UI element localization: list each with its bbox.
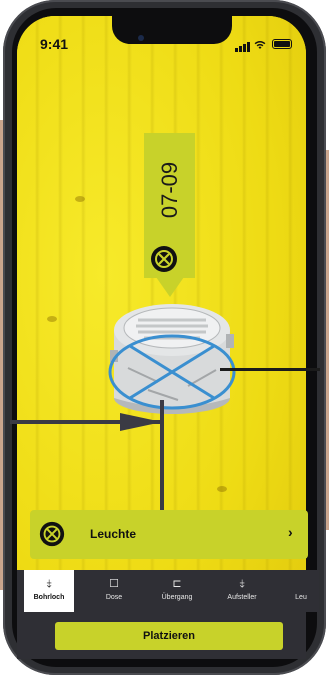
front-camera — [138, 35, 144, 41]
wifi-icon — [254, 40, 266, 49]
wood-knot — [217, 486, 227, 492]
signal-icon — [247, 42, 250, 52]
arrow-head-icon — [120, 413, 162, 431]
tab-aufsteller[interactable]: ⤈ Aufsteller — [212, 570, 272, 612]
signal-icon — [239, 46, 242, 52]
tab-bohrloch[interactable]: ⤈ Bohrloch — [24, 570, 74, 612]
status-time: 9:41 — [40, 36, 69, 52]
tab-dose[interactable]: ☐ Dose — [89, 570, 139, 612]
marker-code: 07-09 — [157, 161, 182, 219]
wood-knot — [75, 196, 85, 202]
signal-icon — [235, 48, 238, 52]
tab-leuchte[interactable]: Leu — [283, 570, 319, 612]
tab-uebergang[interactable]: ⊏ Übergang — [147, 570, 207, 612]
battery-icon — [272, 39, 292, 49]
tab-label: Dose — [105, 594, 123, 601]
tab-label: Leu — [295, 594, 307, 601]
box-icon: ☐ — [109, 578, 119, 590]
notch — [112, 16, 232, 44]
selected-item-card[interactable]: Leuchte › — [30, 510, 308, 559]
place-button[interactable]: Platzieren — [55, 622, 283, 650]
signal-icon — [243, 44, 246, 52]
light-icon — [283, 577, 319, 591]
status-icons — [235, 38, 295, 52]
guide-line-down — [160, 400, 164, 510]
tab-label: Übergang — [161, 594, 193, 601]
guide-line-right — [220, 368, 320, 371]
tab-label: Aufsteller — [227, 594, 257, 601]
drill-icon: ⤈ — [46, 578, 52, 590]
tab-bar: ⤈ Bohrloch ☐ Dose ⊏ Übergang ⤈ Aufstelle… — [17, 570, 319, 612]
x-circle-icon — [39, 521, 65, 547]
x-circle-icon — [151, 246, 177, 272]
wood-knot — [47, 316, 57, 322]
chevron-right-icon: › — [288, 524, 293, 540]
tab-label: Bohrloch — [33, 594, 65, 601]
transition-icon: ⊏ — [172, 578, 182, 590]
riser-icon: ⤈ — [239, 578, 245, 590]
selected-item-label: Leuchte — [90, 527, 137, 541]
electrical-box-model[interactable] — [108, 290, 236, 420]
